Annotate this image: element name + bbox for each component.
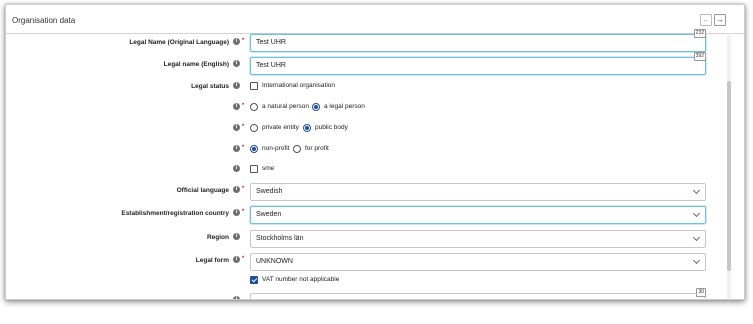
official-language-label: Official language <box>176 187 229 194</box>
scrollbar-thumb[interactable] <box>727 81 731 271</box>
chevron-down-icon <box>692 186 701 195</box>
legal-name-original-value: Test UHR <box>256 39 286 46</box>
info-icon[interactable]: i <box>233 186 240 193</box>
legal-name-english-input[interactable]: Test UHR 392 <box>250 52 706 75</box>
establishment-country-value: Sweden <box>256 211 282 218</box>
chevron-down-icon <box>692 233 701 242</box>
info-icon[interactable]: i <box>233 145 240 152</box>
chevron-down-icon <box>692 209 701 218</box>
international-organisation-label: International organisation <box>262 82 335 89</box>
info-icon[interactable]: i <box>233 256 240 263</box>
required-asterisk: * <box>242 103 245 109</box>
natural-person-radio[interactable] <box>250 103 258 111</box>
info-icon[interactable]: i <box>233 38 240 45</box>
info-icon[interactable]: i <box>233 165 240 172</box>
info-icon[interactable]: i <box>233 233 240 240</box>
legal-person-label: a legal person <box>324 103 365 110</box>
info-icon[interactable]: i <box>233 209 240 216</box>
non-profit-label: non-profit <box>262 145 290 152</box>
sme-checkbox[interactable] <box>250 165 258 173</box>
establishment-country-label: Establishment/registration country <box>121 210 229 217</box>
for-profit-radio[interactable] <box>293 145 301 153</box>
region-select[interactable]: Stockholms län <box>250 230 706 248</box>
official-language-select[interactable]: Swedish <box>250 183 706 201</box>
non-profit-radio[interactable] <box>250 145 258 153</box>
required-asterisk: * <box>242 209 245 215</box>
info-icon[interactable]: i <box>233 82 240 89</box>
region-value: Stockholms län <box>256 235 304 242</box>
required-asterisk: * <box>242 256 245 262</box>
public-body-radio[interactable] <box>303 124 311 132</box>
natural-person-label: a natural person <box>262 103 309 110</box>
organisation-data-panel: Organisation data ← → Legal Name (Origin… <box>5 4 745 300</box>
vertical-scrollbar[interactable] <box>727 35 731 299</box>
legal-form-label: Legal form <box>195 257 229 264</box>
next-arrow-button[interactable]: → <box>714 14 726 26</box>
vat-not-applicable-checkbox[interactable] <box>250 276 258 284</box>
required-asterisk: * <box>242 145 245 151</box>
previous-arrow-button[interactable]: ← <box>700 14 712 26</box>
required-asterisk: * <box>242 124 245 130</box>
character-counter: 30 <box>696 288 706 297</box>
partial-text-input[interactable]: 30 <box>250 288 706 299</box>
info-icon[interactable]: i <box>233 296 240 299</box>
info-icon[interactable]: i <box>233 124 240 131</box>
required-asterisk: * <box>242 186 245 192</box>
public-body-label: public body <box>315 124 348 131</box>
legal-person-radio[interactable] <box>312 103 320 111</box>
legal-form-value: UNKNOWN <box>256 258 293 265</box>
info-icon[interactable]: i <box>233 60 240 67</box>
info-icon[interactable]: i <box>233 103 240 110</box>
character-counter: 392 <box>693 52 706 61</box>
character-counter: 232 <box>693 29 706 38</box>
legal-status-label: Legal status <box>191 83 229 90</box>
private-entity-label: private entity <box>262 124 299 131</box>
chevron-down-icon <box>692 256 701 265</box>
international-organisation-checkbox[interactable] <box>250 82 258 90</box>
panel-header: Organisation data ← → <box>6 5 744 34</box>
legal-name-original-input[interactable]: Test UHR 232 <box>250 29 706 52</box>
establishment-country-select[interactable]: Sweden <box>250 206 706 224</box>
legal-name-english-label: Legal name (English) <box>163 61 229 68</box>
for-profit-label: for profit <box>305 145 329 152</box>
region-label: Region <box>206 234 229 241</box>
panel-title: Organisation data <box>12 16 76 25</box>
required-asterisk: * <box>242 38 245 44</box>
official-language-value: Swedish <box>256 188 283 195</box>
legal-name-original-label: Legal Name (Original Language) <box>129 39 229 46</box>
sme-label: sme <box>262 165 275 172</box>
legal-form-select[interactable]: UNKNOWN <box>250 253 706 271</box>
vat-not-applicable-label: VAT number not applicable <box>262 276 340 283</box>
legal-name-english-value: Test UHR <box>256 62 286 69</box>
private-entity-radio[interactable] <box>250 124 258 132</box>
